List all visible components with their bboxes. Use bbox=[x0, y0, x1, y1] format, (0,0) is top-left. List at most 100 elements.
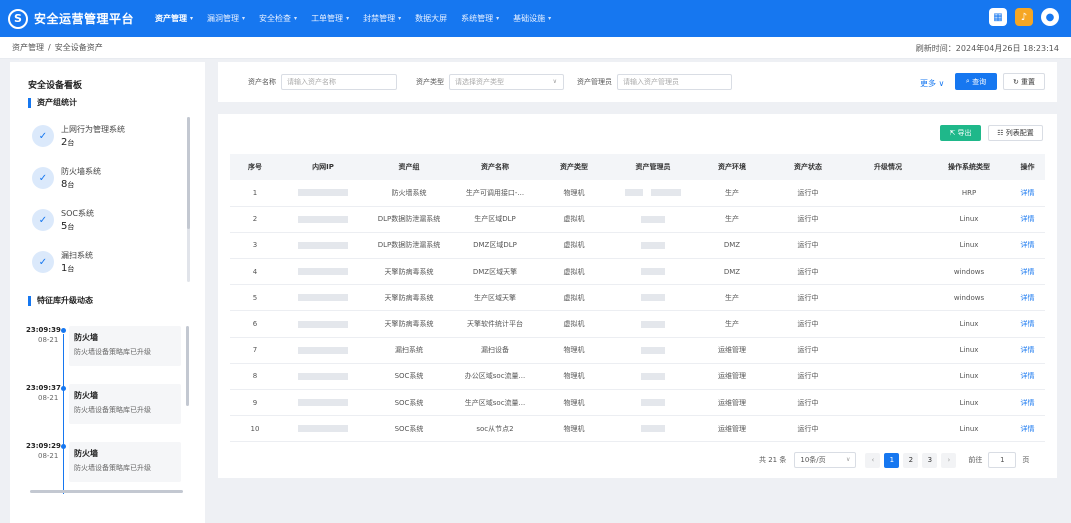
group-name: 漏扫系统 bbox=[61, 251, 93, 260]
bell-icon[interactable]: ♪ bbox=[1015, 8, 1033, 26]
asset-type-select[interactable]: 请选择资产类型 ∨ bbox=[449, 74, 564, 90]
detail-link[interactable]: 详情 bbox=[1010, 284, 1045, 312]
query-button[interactable]: ⌕ 查询 bbox=[955, 73, 997, 90]
nav-infrastructure[interactable]: 基础设施 ▾ bbox=[506, 0, 558, 37]
feed-scrollbar-thumb[interactable] bbox=[186, 326, 189, 406]
cell-admin-redacted bbox=[610, 337, 696, 364]
page-button-3[interactable]: 3 bbox=[922, 452, 938, 468]
feed-horizontal-scrollbar[interactable] bbox=[30, 490, 183, 493]
redacted-block bbox=[641, 372, 665, 380]
timeline-dot bbox=[61, 444, 66, 449]
detail-link[interactable]: 详情 bbox=[1010, 337, 1045, 364]
cell-upgrade bbox=[848, 310, 928, 338]
redacted-block bbox=[298, 372, 348, 380]
chevron-down-icon: ▾ bbox=[548, 15, 552, 22]
goto-page-input[interactable]: 1 bbox=[988, 452, 1017, 468]
cell-env: 运维管理 bbox=[696, 337, 768, 364]
cell-group: SOC系统 bbox=[366, 363, 452, 391]
nav-asset-management[interactable]: 资产管理 ▾ bbox=[148, 0, 200, 37]
nav-security-check[interactable]: 安全检查 ▾ bbox=[252, 0, 304, 37]
redacted-block bbox=[641, 320, 665, 328]
search-panel: 资产名称 请输入资产名称 资产类型 请选择资产类型 ∨ 资产管理员 请输入资产管理… bbox=[218, 62, 1057, 102]
cell-env: 运维管理 bbox=[696, 415, 768, 443]
chevron-down-icon: ∨ bbox=[552, 78, 557, 85]
nav-ticket-management[interactable]: 工单管理 ▾ bbox=[304, 0, 356, 37]
nav-system-management[interactable]: 系统管理 ▾ bbox=[454, 0, 506, 37]
detail-link[interactable]: 详情 bbox=[1010, 258, 1045, 286]
redacted-block bbox=[298, 425, 348, 433]
cell-type: 物理机 bbox=[538, 363, 610, 391]
nav-label: 系统管理 bbox=[461, 14, 494, 23]
column-config-button[interactable]: ☷ 列表配置 bbox=[988, 125, 1043, 141]
cell-name: 生产区域DLP bbox=[452, 206, 538, 233]
reset-button[interactable]: ↻ 重置 bbox=[1003, 73, 1045, 90]
cell-index: 4 bbox=[230, 258, 280, 286]
page-button-1[interactable]: 1 bbox=[884, 452, 900, 468]
table-row: 4 天擎防病毒系统 DMZ区域天擎 虚拟机 DMZ 运行中 windows 详情 bbox=[230, 258, 1045, 286]
cell-index: 2 bbox=[230, 206, 280, 233]
cell-index: 6 bbox=[230, 310, 280, 338]
col-header: 操作 bbox=[1010, 154, 1045, 180]
group-item[interactable]: ✓ 上网行为管理系统 2台 bbox=[32, 124, 125, 148]
cell-name: DMZ区域天擎 bbox=[452, 258, 538, 286]
count-unit: 台 bbox=[67, 223, 75, 231]
next-page-button[interactable]: › bbox=[941, 452, 957, 468]
group-name: 上网行为管理系统 bbox=[61, 125, 125, 134]
page-size-select[interactable]: 10条/页 ∨ bbox=[794, 452, 857, 468]
apps-grid-icon[interactable]: ▦ bbox=[989, 8, 1007, 26]
count-unit: 台 bbox=[67, 265, 75, 273]
cell-os: Linux bbox=[928, 415, 1010, 443]
nav-data-screen[interactable]: 数据大屏 bbox=[408, 0, 454, 37]
brand[interactable]: S 安全运营管理平台 bbox=[0, 8, 148, 29]
sidebar-title: 安全设备看板 bbox=[28, 81, 83, 91]
cell-index: 8 bbox=[230, 363, 280, 391]
export-icon: ⇱ bbox=[949, 129, 958, 137]
breadcrumb-item-asset-management[interactable]: 资产管理 bbox=[12, 42, 44, 53]
detail-link[interactable]: 详情 bbox=[1010, 206, 1045, 233]
page-button-2[interactable]: 2 bbox=[903, 452, 919, 468]
refresh-value: 2024年04月26日 18:23:14 bbox=[955, 44, 1059, 53]
prev-page-button[interactable]: ‹ bbox=[865, 452, 881, 468]
cell-os: Linux bbox=[928, 310, 1010, 338]
cell-os: windows bbox=[928, 284, 1010, 312]
cell-name: DMZ区域DLP bbox=[452, 232, 538, 260]
table-row: 1 防火墙系统 生产可调用接口-... 物理机 生产 运行中 HRP 详情 bbox=[230, 180, 1045, 207]
col-header: 资产名称 bbox=[452, 154, 538, 180]
cell-group: SOC系统 bbox=[366, 389, 452, 417]
detail-link[interactable]: 详情 bbox=[1010, 310, 1045, 338]
cell-upgrade bbox=[848, 363, 928, 391]
cell-env: DMZ bbox=[696, 258, 768, 286]
header-actions: ▦ ♪ ● bbox=[989, 8, 1059, 26]
export-button[interactable]: ⇱ 导出 bbox=[940, 125, 981, 141]
chevron-down-icon: ▾ bbox=[496, 15, 500, 22]
asset-admin-input[interactable]: 请输入资产管理员 bbox=[617, 74, 732, 90]
feed-time: 23:09:39 bbox=[26, 326, 61, 334]
group-item[interactable]: ✓ SOC系统 5台 bbox=[32, 208, 94, 232]
group-item[interactable]: ✓ 漏扫系统 1台 bbox=[32, 250, 93, 274]
detail-link[interactable]: 详情 bbox=[1010, 180, 1045, 207]
redacted-block bbox=[641, 425, 665, 433]
asset-name-input[interactable]: 请输入资产名称 bbox=[281, 74, 397, 90]
server-icon: ✓ bbox=[32, 167, 54, 189]
redacted-block bbox=[298, 320, 348, 328]
detail-link[interactable]: 详情 bbox=[1010, 415, 1045, 443]
table-row: 5 天擎防病毒系统 生产区域天擎 虚拟机 生产 运行中 windows 详情 bbox=[230, 284, 1045, 312]
field-label: 资产名称 bbox=[248, 78, 276, 86]
cell-group: SOC系统 bbox=[366, 415, 452, 443]
detail-link[interactable]: 详情 bbox=[1010, 389, 1045, 417]
asset-type-field: 资产类型 请选择资产类型 ∨ bbox=[416, 74, 564, 90]
cell-os: Linux bbox=[928, 232, 1010, 260]
nav-block-management[interactable]: 封禁管理 ▾ bbox=[356, 0, 408, 37]
nav-vulnerability-management[interactable]: 漏洞管理 ▾ bbox=[200, 0, 252, 37]
user-avatar-icon[interactable]: ● bbox=[1041, 8, 1059, 26]
timeline-dot bbox=[61, 386, 66, 391]
cell-type: 物理机 bbox=[538, 415, 610, 443]
more-filters-button[interactable]: 更多 ∨ bbox=[920, 78, 944, 89]
detail-link[interactable]: 详情 bbox=[1010, 363, 1045, 391]
groups-scrollbar-thumb[interactable] bbox=[187, 117, 190, 229]
redacted-block bbox=[298, 399, 348, 407]
detail-link[interactable]: 详情 bbox=[1010, 232, 1045, 260]
group-item[interactable]: ✓ 防火墙系统 8台 bbox=[32, 166, 101, 190]
export-label: 导出 bbox=[957, 129, 972, 137]
col-header: 内网IP bbox=[280, 154, 366, 180]
